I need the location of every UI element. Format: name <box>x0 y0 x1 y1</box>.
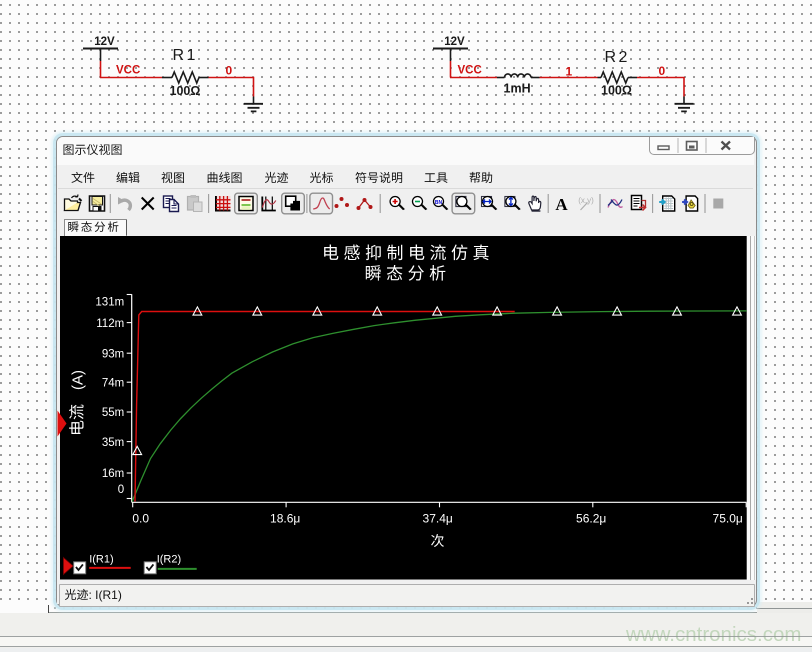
svg-text:93m: 93m <box>102 348 124 360</box>
svg-text:18.6μ: 18.6μ <box>270 511 300 525</box>
svg-text:I(R1): I(R1) <box>89 554 113 566</box>
svg-text:37.4μ: 37.4μ <box>422 511 452 525</box>
svg-text:0: 0 <box>118 484 124 496</box>
svg-text:0.0: 0.0 <box>132 511 149 525</box>
svg-text:131m: 131m <box>95 297 124 309</box>
svg-text:55m: 55m <box>102 407 124 419</box>
svg-text:BN: BN <box>435 200 443 206</box>
svg-text:112m: 112m <box>96 318 124 330</box>
svg-text:A: A <box>555 195 568 214</box>
svg-text:I(R2): I(R2) <box>156 554 180 566</box>
svg-text:74m: 74m <box>102 377 124 389</box>
svg-text:75.0μ: 75.0μ <box>712 511 742 525</box>
svg-text:35m: 35m <box>102 437 124 449</box>
svg-text:56.2μ: 56.2μ <box>576 511 606 525</box>
svg-text:16m: 16m <box>102 468 124 480</box>
